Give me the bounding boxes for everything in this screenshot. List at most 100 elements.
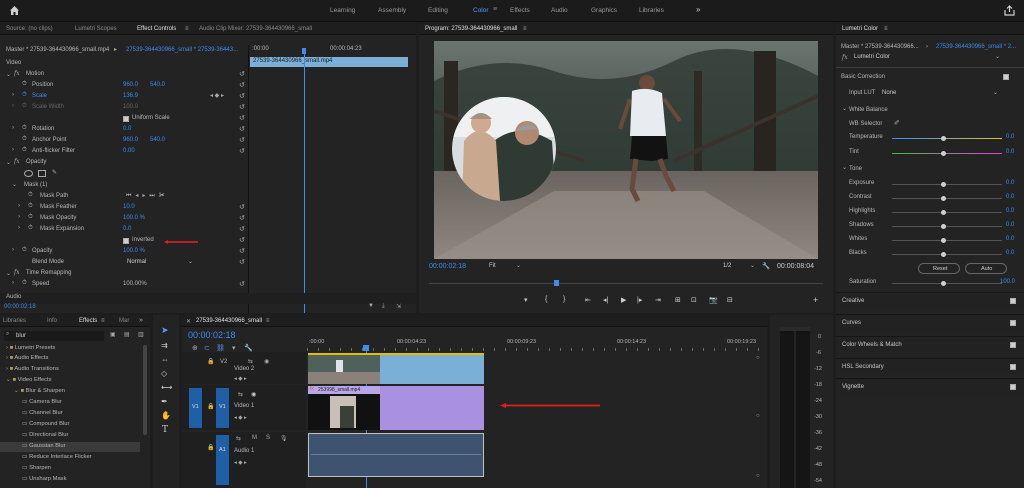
reset-icon[interactable]: ↺ [239,81,245,89]
tab-libraries[interactable]: Libraries [3,318,26,324]
effects-search-input[interactable]: ⌕ blur [4,331,104,341]
track-target-v1[interactable]: V1 [216,388,229,428]
ripple-icon[interactable]: ⇲ [396,303,401,310]
position-x[interactable]: 960.0 [123,82,138,88]
chevron-right-icon[interactable]: › [12,92,14,98]
stopwatch-icon[interactable]: ⏱ [22,136,27,143]
creative-section[interactable]: Creative [836,292,1024,308]
tree-item[interactable]: ▭ Directional Blur [22,432,68,441]
anti-flicker-value[interactable]: 0.00 [123,148,135,154]
stopwatch-icon[interactable]: ⏱ [22,147,27,154]
chevron-down-icon[interactable]: ⌄ [842,164,847,171]
temperature-knob[interactable] [941,136,946,141]
chevron-down-icon[interactable]: ⌄ [12,181,17,188]
tree-item[interactable]: › ■ Audio Effects [6,355,48,364]
color-wheels-section[interactable]: Color Wheels & Match [836,336,1024,352]
lumetri-effect-select[interactable]: Lumetri Color ⌄ [852,53,1002,62]
ellipse-mask-icon[interactable] [24,170,33,177]
saturation-slider[interactable] [892,281,1002,286]
workspace-color[interactable]: Color [473,7,489,14]
tab-menu-icon[interactable]: ≡ [884,26,888,32]
mute-icon[interactable]: M [252,435,257,441]
sync-lock-icon[interactable]: ⇆ [248,358,253,365]
shadows-knob[interactable] [941,224,946,229]
creative-checkbox[interactable] [1010,298,1016,304]
eye-icon[interactable]: ◉ [264,358,269,365]
highlights-knob[interactable] [941,210,946,215]
timeline-timecode[interactable]: 00:00:02:18 [188,330,236,340]
opacity-value[interactable]: 100.0 % [123,248,145,254]
exposure-slider[interactable] [892,182,1002,187]
scale-value[interactable]: 136.9 [123,93,138,99]
go-to-in-icon[interactable]: ⇤ [585,296,591,304]
tab-menu-icon[interactable]: ≡ [101,318,105,324]
pen-tool-icon[interactable]: ✒ [161,397,168,406]
tint-value[interactable]: 0.0 [1006,149,1014,155]
input-lut-select[interactable]: None ⌄ [880,89,1000,98]
preset-32-icon[interactable]: ▤ [124,331,130,338]
export-frame-icon[interactable]: ⤓ [382,303,385,310]
stopwatch-icon[interactable]: ⏱ [22,247,27,254]
position-y[interactable]: 540.0 [150,82,165,88]
tree-item[interactable]: ⌄ ■ Blur & Sharpen [14,388,65,397]
stopwatch-icon[interactable]: ⏱ [28,214,33,221]
anchor-y[interactable]: 540.0 [150,137,165,143]
lumetri-title[interactable]: Lumetri Color [842,26,878,32]
tree-item[interactable]: ▭ Reduce Interlace Flicker [22,454,92,463]
tree-item[interactable]: ▭ Compound Blur [22,421,69,430]
type-tool-icon[interactable]: T [162,425,168,435]
sync-lock-icon[interactable]: ⇆ [236,435,241,442]
chevron-down-icon[interactable]: ▸ [114,46,117,53]
program-title[interactable]: Program: 27539-364430966_small [425,26,517,32]
workspace-learning[interactable]: Learning [330,7,355,14]
eye-icon[interactable]: ◉ [251,391,256,398]
chevron-right-icon[interactable]: › [18,225,20,231]
rotation-value[interactable]: 0.0 [123,126,131,132]
track-select-tool-icon[interactable]: ⇉ [161,341,168,350]
preset-yuv-icon[interactable]: ▥ [138,331,144,338]
fit-select[interactable]: Fit ⌄ [487,262,523,271]
keyframe-nav-icon[interactable]: ◂ ◆ ▸ [234,376,247,382]
keyframe-nav-icon[interactable]: ◂ ◆ ▸ [210,92,224,99]
timeline-ruler[interactable]: :00:00 00:00:04:23 00:00:09:23 00:00:14:… [307,337,762,351]
nest-icon[interactable]: ⊕ [192,344,198,352]
workspace-audio[interactable]: Audio [551,7,568,14]
eyedropper-icon[interactable]: ✐ [894,119,900,127]
tab-menu-icon[interactable]: ≡ [266,318,270,324]
stopwatch-icon[interactable]: ⏱ [22,81,27,88]
workspace-menu-icon[interactable]: ≡ [493,6,497,13]
source-patch-a1[interactable]: A1 [216,435,229,485]
mask-opacity-value[interactable]: 100.0 % [123,215,145,221]
share-icon[interactable] [1004,5,1015,16]
clip-v1[interactable]: fx 253998_small.mp4 [308,386,484,430]
whites-knob[interactable] [941,238,946,243]
chevron-right-icon[interactable]: › [12,247,14,253]
tab-effects[interactable]: Effects [79,318,97,324]
reset-icon[interactable]: ↺ [239,214,245,222]
saturation-value[interactable]: 100.0 [1000,279,1015,285]
keyframe-nav-icon[interactable]: ◂ ◆ ▸ [234,460,247,466]
lock-icon[interactable]: 🔒 [207,403,214,410]
reset-icon[interactable]: ↺ [239,92,245,100]
exposure-value[interactable]: 0.0 [1006,180,1014,186]
rectangle-mask-icon[interactable] [38,170,46,177]
chevron-down-icon[interactable]: ⌄ [6,71,11,78]
tab-lumetri-scopes[interactable]: Lumetri Scopes [75,26,117,32]
keyframe-nav-icon[interactable]: ◂ ◆ ▸ [234,415,247,421]
tab-menu-icon[interactable]: ≡ [185,26,189,32]
reset-icon[interactable]: ↺ [239,114,245,122]
track-mask-controls-icon[interactable]: ⏮◂▸⏭✀ [126,192,169,200]
reset-button[interactable]: Reset [918,263,960,274]
tree-item[interactable]: › ■ Audio Transitions [6,366,59,375]
scroll-handle-top[interactable]: ○ [756,355,760,361]
reset-icon[interactable]: ↺ [239,236,245,244]
reset-icon[interactable]: ↺ [239,203,245,211]
effects-scrollbar[interactable] [143,345,147,435]
overwrite-icon[interactable]: ⊡ [691,296,697,304]
uniform-scale-checkbox[interactable] [123,116,129,122]
chevron-right-icon[interactable]: › [12,147,14,153]
whites-value[interactable]: 0.0 [1006,236,1014,242]
mask-feather-value[interactable]: 10.0 [123,204,135,210]
snap-icon[interactable]: ⊂ [204,344,210,352]
shadows-value[interactable]: 0.0 [1006,222,1014,228]
